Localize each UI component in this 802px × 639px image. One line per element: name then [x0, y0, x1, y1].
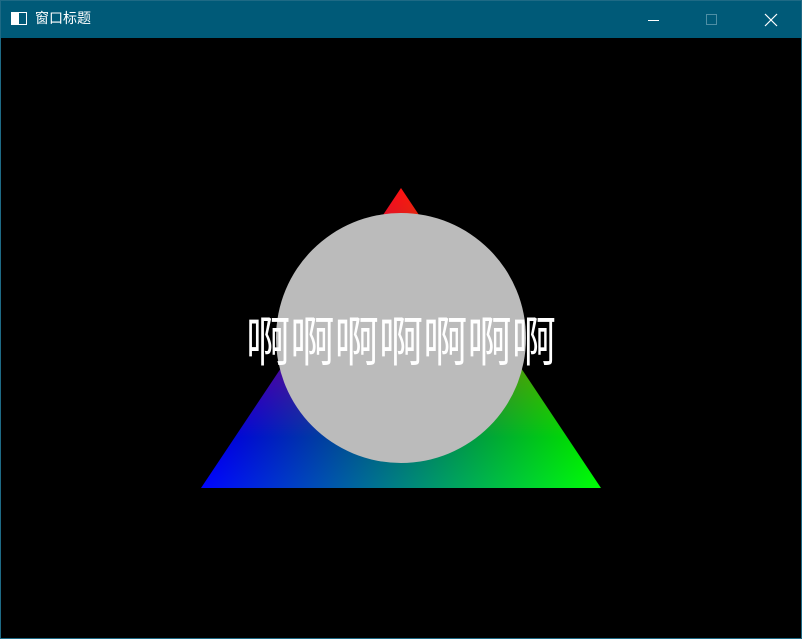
- minimize-icon: [648, 19, 659, 21]
- maximize-icon: [706, 13, 717, 25]
- window-title: 窗口标题: [35, 11, 91, 27]
- overlay-text: 啊啊啊啊啊啊啊: [246, 311, 556, 374]
- app-window: 窗口标题 啊啊啊啊啊啊啊: [0, 0, 802, 639]
- maximize-button[interactable]: [683, 1, 741, 38]
- close-icon: [764, 13, 778, 26]
- title-bar[interactable]: 窗口标题: [1, 1, 801, 38]
- minimize-button[interactable]: [625, 1, 683, 38]
- render-canvas[interactable]: 啊啊啊啊啊啊啊: [1, 38, 801, 638]
- app-window-icon: [11, 12, 27, 25]
- close-button[interactable]: [742, 1, 800, 38]
